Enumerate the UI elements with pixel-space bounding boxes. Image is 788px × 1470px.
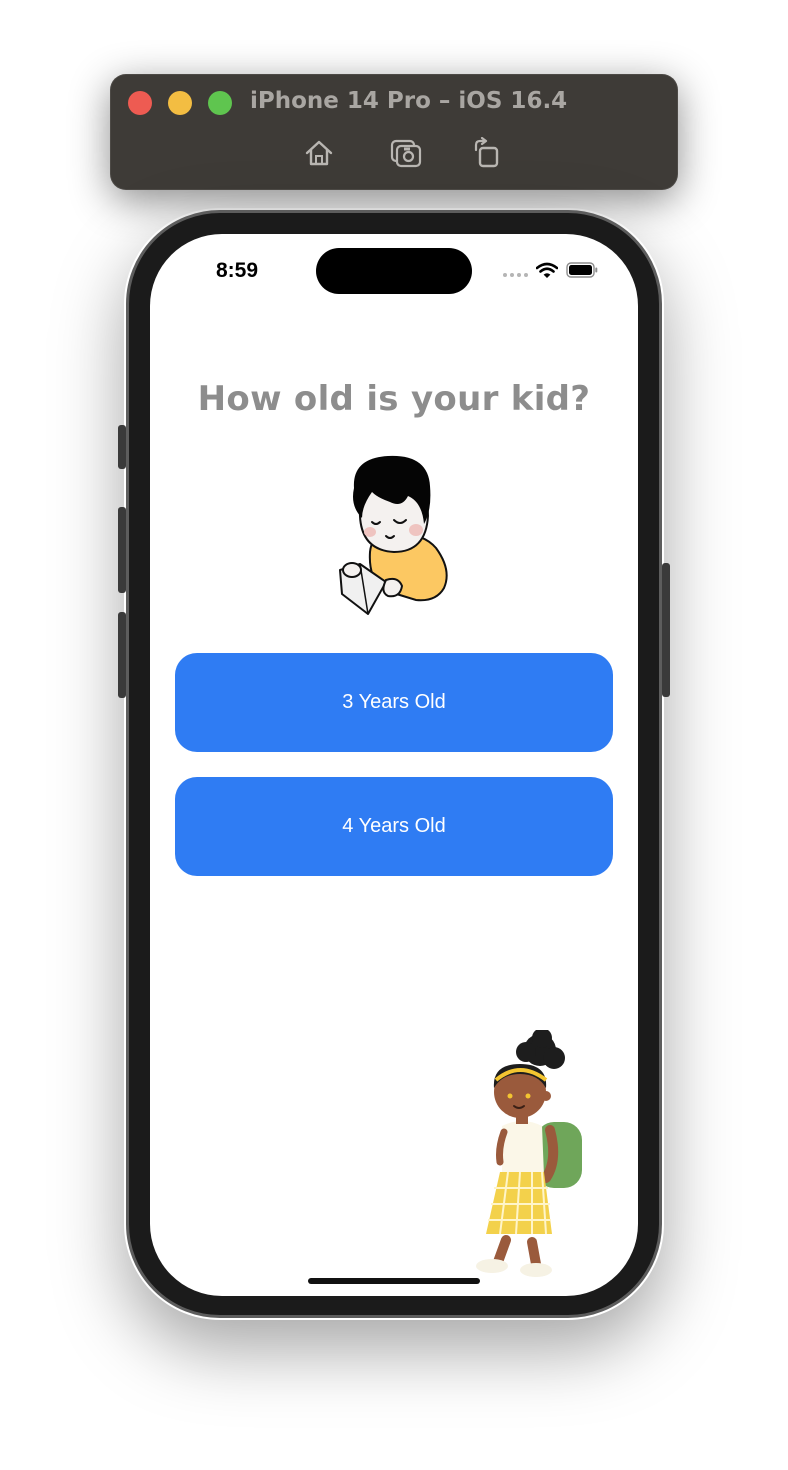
schoolgirl-illustration bbox=[476, 1030, 582, 1277]
cellular-signal-icon bbox=[503, 263, 528, 277]
status-time: 8:59 bbox=[216, 259, 259, 282]
battery-icon bbox=[566, 262, 598, 278]
phone-screen: 8:59 How old is your kid? 3 Years Old 4 … bbox=[150, 234, 638, 1296]
three-years-old-button[interactable]: 3 Years Old bbox=[175, 653, 613, 752]
dynamic-island bbox=[316, 248, 472, 294]
status-indicators bbox=[503, 260, 598, 280]
simulator-title: iPhone 14 Pro – iOS 16.4 bbox=[250, 88, 568, 114]
volume-up-button bbox=[118, 507, 126, 593]
home-icon[interactable] bbox=[302, 137, 336, 169]
zoom-window-button[interactable] bbox=[208, 91, 232, 115]
mute-switch bbox=[118, 425, 126, 469]
wifi-icon bbox=[536, 262, 558, 278]
reading-boy-illustration bbox=[339, 455, 448, 615]
page-title: How old is your kid? bbox=[197, 379, 591, 419]
home-indicator[interactable] bbox=[308, 1278, 480, 1284]
four-years-old-button[interactable]: 4 Years Old bbox=[175, 777, 613, 876]
power-button bbox=[662, 563, 670, 697]
volume-down-button bbox=[118, 612, 126, 698]
screenshot-icon[interactable] bbox=[389, 137, 423, 169]
rotate-icon[interactable] bbox=[470, 137, 504, 169]
minimize-window-button[interactable] bbox=[168, 91, 192, 115]
close-window-button[interactable] bbox=[128, 91, 152, 115]
